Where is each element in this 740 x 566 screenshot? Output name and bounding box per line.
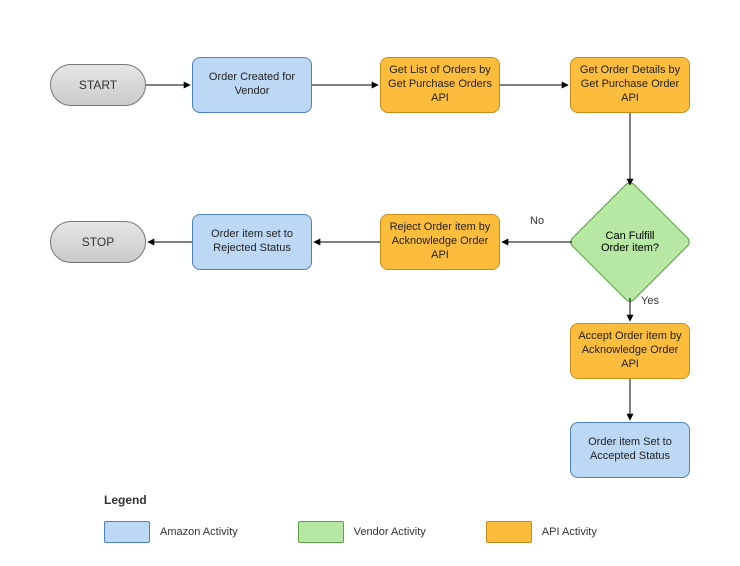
node-rejected-status-label: Order item set to Rejected Status: [197, 228, 307, 256]
edge-label-no: No: [530, 215, 544, 227]
node-accept: Accept Order item by Acknowledge Order A…: [570, 323, 690, 379]
node-can-fulfill: Can Fulfill Order item?: [586, 198, 674, 286]
legend: Legend Amazon Activity Vendor Activity A…: [104, 493, 657, 543]
node-accepted-status: Order item Set to Accepted Status: [570, 422, 690, 478]
node-can-fulfill-label: Can Fulfill Order item?: [592, 230, 668, 254]
legend-item-vendor: Vendor Activity: [298, 521, 426, 543]
edge-label-yes: Yes: [641, 295, 659, 307]
node-get-details-label: Get Order Details by Get Purchase Order …: [575, 64, 685, 105]
node-order-created-label: Order Created for Vendor: [197, 71, 307, 99]
legend-item-amazon: Amazon Activity: [104, 521, 238, 543]
legend-swatch-vendor: [298, 521, 344, 543]
node-reject: Reject Order item by Acknowledge Order A…: [380, 214, 500, 270]
stop-terminator: STOP: [50, 221, 146, 263]
flowchart-canvas: START Order Created for Vendor Get List …: [0, 0, 740, 566]
node-order-created: Order Created for Vendor: [192, 57, 312, 113]
start-terminator: START: [50, 64, 146, 106]
start-label: START: [79, 78, 117, 93]
node-get-details: Get Order Details by Get Purchase Order …: [570, 57, 690, 113]
node-get-list: Get List of Orders by Get Purchase Order…: [380, 57, 500, 113]
legend-swatch-api: [486, 521, 532, 543]
legend-swatch-amazon: [104, 521, 150, 543]
legend-title: Legend: [104, 493, 657, 507]
node-accept-label: Accept Order item by Acknowledge Order A…: [575, 330, 685, 371]
stop-label: STOP: [82, 235, 114, 250]
legend-items: Amazon Activity Vendor Activity API Acti…: [104, 521, 657, 543]
legend-label-api: API Activity: [542, 526, 597, 538]
node-rejected-status: Order item set to Rejected Status: [192, 214, 312, 270]
node-get-list-label: Get List of Orders by Get Purchase Order…: [385, 64, 495, 105]
legend-label-vendor: Vendor Activity: [354, 526, 426, 538]
node-accepted-status-label: Order item Set to Accepted Status: [575, 436, 685, 464]
legend-item-api: API Activity: [486, 521, 597, 543]
legend-label-amazon: Amazon Activity: [160, 526, 238, 538]
node-reject-label: Reject Order item by Acknowledge Order A…: [385, 221, 495, 262]
